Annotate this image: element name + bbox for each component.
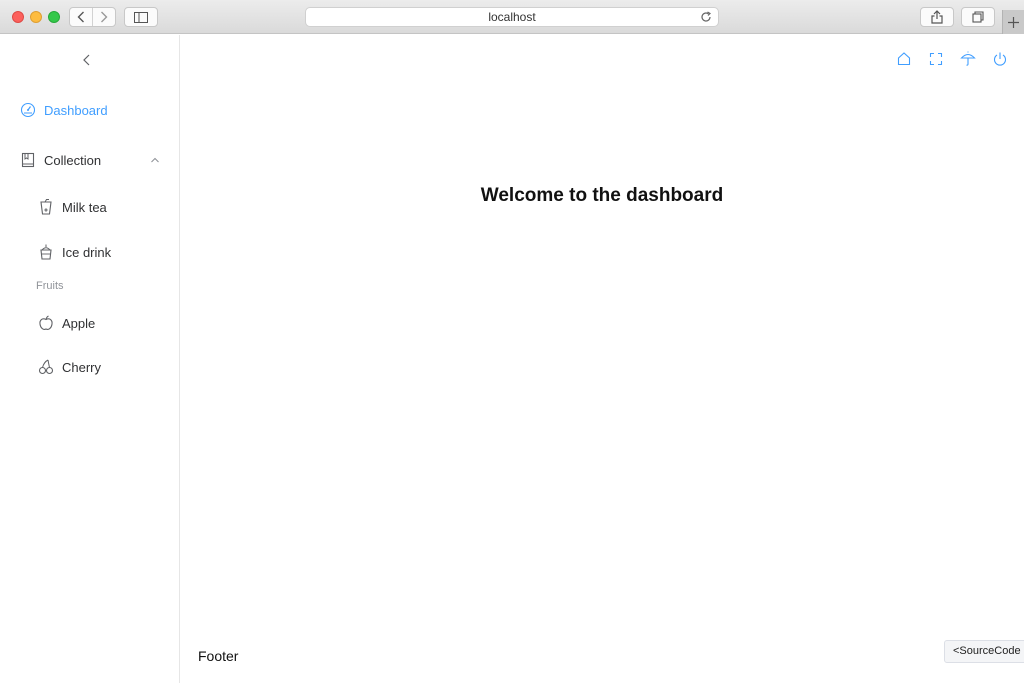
browser-toolbar: localhost [0, 0, 1024, 34]
main-content: Welcome to the dashboard Footer <SourceC… [180, 35, 1024, 683]
sidebar-item-label: Milk tea [62, 199, 107, 215]
back-button[interactable] [70, 8, 92, 26]
menu-group-label: Fruits [36, 280, 64, 292]
ice-drink-icon [38, 244, 54, 260]
zoom-window-button[interactable] [48, 11, 60, 23]
minimize-window-button[interactable] [30, 11, 42, 23]
sidebar-item-apple[interactable]: Apple [0, 308, 179, 338]
forward-button[interactable] [92, 8, 115, 26]
apple-icon [38, 315, 54, 331]
share-icon [931, 10, 943, 24]
home-icon[interactable] [896, 51, 912, 67]
back-icon [77, 11, 84, 23]
reload-icon[interactable] [699, 10, 713, 24]
sidebar-toggle-icon [134, 11, 148, 23]
source-code-button[interactable]: <SourceCode [944, 640, 1024, 663]
page-title: Welcome to the dashboard [480, 185, 724, 206]
tabs-icon [972, 11, 984, 23]
sidebar-item-label: Collection [44, 152, 102, 168]
sidebar-item-label: Apple [62, 315, 96, 331]
footer: Footer [198, 648, 239, 664]
sidebar: Dashboard Collection Milk tea Ice drink … [0, 35, 180, 683]
sidebar-item-label: Dashboard [44, 102, 108, 118]
new-tab-button[interactable] [1002, 10, 1024, 34]
cherry-icon [38, 359, 54, 375]
sidebar-item-ice-drink[interactable]: Ice drink [0, 237, 179, 267]
chevron-up-icon [151, 157, 159, 163]
sidebar-toggle-button[interactable] [124, 7, 158, 27]
header-toolbar [896, 51, 1008, 67]
fullscreen-icon[interactable] [928, 51, 944, 67]
sidebar-item-cherry[interactable]: Cherry [0, 352, 179, 382]
forward-icon [101, 11, 108, 23]
milk-tea-icon [38, 199, 54, 215]
close-window-button[interactable] [12, 11, 24, 23]
sidebar-item-collection[interactable]: Collection [0, 145, 179, 175]
collapse-sidebar-icon[interactable] [80, 53, 94, 67]
sidebar-item-dashboard[interactable]: Dashboard [0, 95, 179, 125]
address-text: localhost [488, 10, 536, 24]
dashboard-icon [20, 102, 36, 118]
umbrella-icon[interactable] [960, 51, 976, 67]
sidebar-item-milk-tea[interactable]: Milk tea [0, 192, 179, 222]
sidebar-item-label: Ice drink [62, 244, 112, 260]
history-nav [69, 7, 116, 27]
share-button[interactable] [920, 7, 954, 27]
collection-icon [20, 152, 36, 168]
sidebar-item-label: Cherry [62, 359, 102, 375]
show-tabs-button[interactable] [961, 7, 995, 27]
power-icon[interactable] [992, 51, 1008, 67]
new-tab-icon [1008, 16, 1019, 28]
address-bar[interactable]: localhost [305, 7, 719, 27]
